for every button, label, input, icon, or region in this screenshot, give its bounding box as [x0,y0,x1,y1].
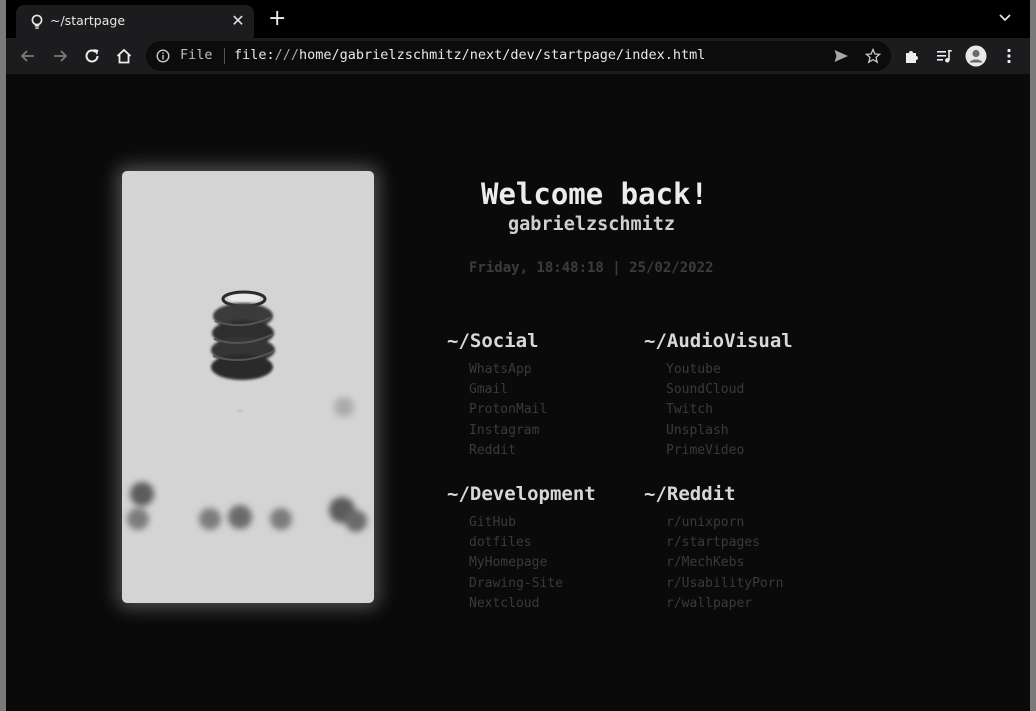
hero-image-card [122,171,374,603]
link-instagram[interactable]: Instagram [469,421,547,441]
username: gabrielzschmitz [508,214,676,235]
profile-button[interactable] [965,45,987,67]
link-gmail[interactable]: Gmail [469,380,547,400]
home-button[interactable] [113,45,135,67]
arrow-right-icon [54,50,68,62]
link-myhomepage[interactable]: MyHomepage [469,553,596,573]
lightbulb-icon [31,14,43,29]
link-whatsapp[interactable]: WhatsApp [469,360,547,380]
group-title: ~/Social [447,330,539,352]
link-dotfiles[interactable]: dotfiles [469,533,596,553]
url-slashes: /// [274,47,300,63]
close-icon[interactable]: ✕ [230,13,246,29]
link-r-mechkebs[interactable]: r/MechKebs [666,553,783,573]
page-viewport: Welcome back! gabrielzschmitz Friday, 18… [6,74,1030,711]
send-icon [834,50,848,62]
url-text[interactable]: file:///home/gabrielzschmitz/next/dev/st… [234,47,705,63]
link-group-reddit: ~/Reddit r/unixporn r/startpages r/MechK… [644,483,783,614]
url-prefix: file: [234,47,275,63]
menu-button[interactable] [998,45,1020,67]
link-drawing-site[interactable]: Drawing-Site [469,574,596,594]
reload-icon [85,49,99,63]
group-links: WhatsApp Gmail ProtonMail Instagram Redd… [469,360,547,461]
browser-window: ~/startpage ✕ + File file:///home/gabrie… [6,0,1030,711]
tab-title: ~/startpage [50,13,126,28]
group-links: GitHub dotfiles MyHomepage Drawing-Site … [469,513,596,614]
group-title: ~/Reddit [644,483,736,505]
scheme-label: File [180,47,213,63]
tab-startpage[interactable]: ~/startpage ✕ [16,5,254,38]
clock-date: Friday, 18:48:18 | 25/02/2022 [469,260,714,276]
arrow-left-icon [20,50,34,62]
home-icon [116,48,132,64]
group-links: Youtube SoundCloud Twitch Unsplash Prime… [666,360,793,461]
link-primevideo[interactable]: PrimeVideo [666,441,793,461]
link-group-development: ~/Development GitHub dotfiles MyHomepage… [447,483,596,614]
playlist-music-icon [937,50,952,63]
link-group-social: ~/Social WhatsApp Gmail ProtonMail Insta… [447,330,547,461]
link-reddit[interactable]: Reddit [469,441,547,461]
new-tab-button[interactable]: + [268,8,286,30]
reload-button[interactable] [81,45,103,67]
greeting-heading: Welcome back! [481,177,708,211]
link-group-audiovisual: ~/AudioVisual Youtube SoundCloud Twitch … [644,330,793,461]
link-unsplash[interactable]: Unsplash [666,421,793,441]
group-title: ~/AudioVisual [644,330,793,352]
info-icon[interactable] [156,49,170,63]
link-nextcloud[interactable]: Nextcloud [469,594,596,614]
url-path: home/gabrielzschmitz/next/dev/startpage/… [299,47,706,63]
avatar-icon [965,45,987,67]
group-title: ~/Development [447,483,596,505]
puzzle-icon [906,51,918,63]
send-button[interactable] [831,46,851,66]
tab-strip: ~/startpage ✕ + [6,0,1030,38]
group-links: r/unixporn r/startpages r/MechKebs r/Usa… [666,513,783,614]
extensions-button[interactable] [901,45,923,67]
star-icon [865,48,881,64]
chevron-down-icon[interactable] [998,13,1012,23]
link-r-unixporn[interactable]: r/unixporn [666,513,783,533]
link-r-startpages[interactable]: r/startpages [666,533,783,553]
link-protonmail[interactable]: ProtonMail [469,400,547,420]
address-separator [224,48,225,64]
spiral-sculpture-image [127,290,367,532]
forward-button[interactable] [49,45,71,67]
link-github[interactable]: GitHub [469,513,596,533]
link-twitch[interactable]: Twitch [666,400,793,420]
link-r-wallpaper[interactable]: r/wallpaper [666,594,783,614]
link-youtube[interactable]: Youtube [666,360,793,380]
back-button[interactable] [17,45,39,67]
link-r-usabilityporn[interactable]: r/UsabilityPorn [666,574,783,594]
kebab-menu-icon [1007,48,1011,64]
browser-toolbar: File file:///home/gabrielzschmitz/next/d… [6,38,1030,74]
address-bar[interactable]: File file:///home/gabrielzschmitz/next/d… [146,41,891,71]
media-controls-button[interactable] [933,45,955,67]
bookmark-button[interactable] [863,46,883,66]
link-soundcloud[interactable]: SoundCloud [666,380,793,400]
